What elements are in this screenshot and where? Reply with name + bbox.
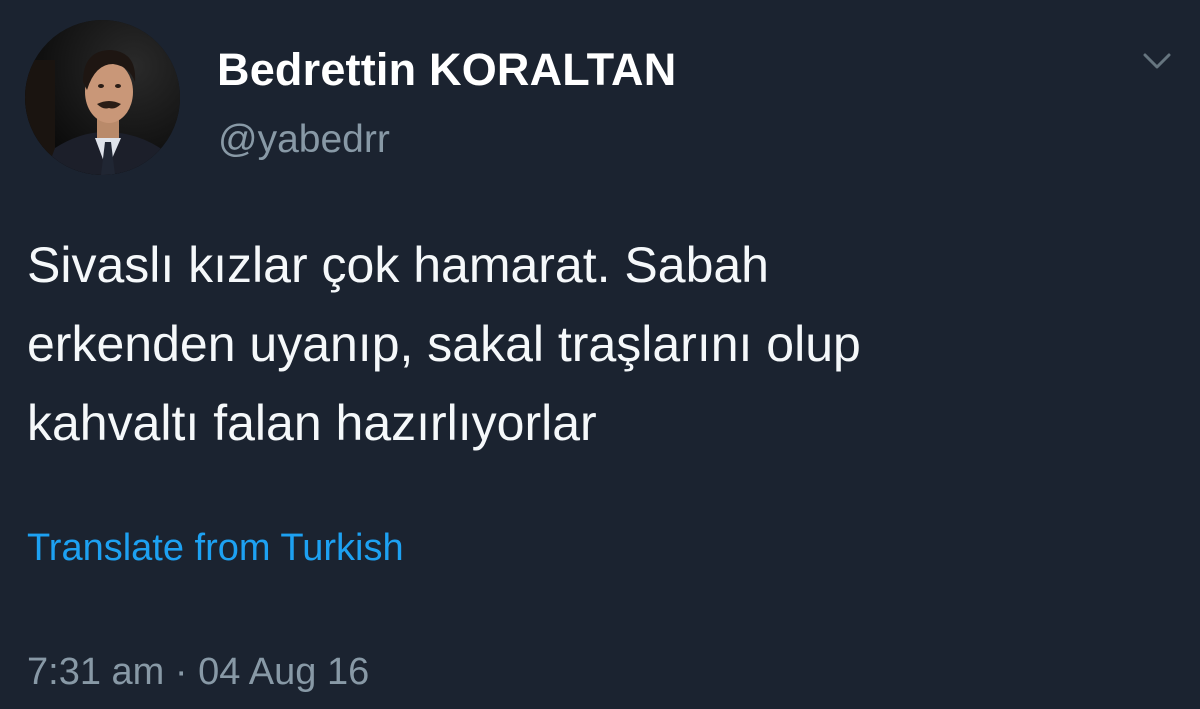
- tweet-text-line: erkenden uyanıp, sakal traşlarını olup: [27, 316, 861, 372]
- translate-link[interactable]: Translate from Turkish: [27, 527, 404, 570]
- tweet-text: Sivaslı kızlar çok hamarat. Sabah erkend…: [27, 226, 1167, 463]
- tweet-text-line: kahvaltı falan hazırlıyorlar: [27, 395, 597, 451]
- chevron-down-icon[interactable]: [1138, 46, 1176, 76]
- tweet-timestamp: 7:31 am · 04 Aug 16: [27, 651, 370, 693]
- avatar[interactable]: [25, 20, 180, 175]
- user-handle[interactable]: @yabedrr: [218, 118, 390, 162]
- tweet-card: Bedrettin KORALTAN @yabedrr Sivaslı kızl…: [0, 0, 1200, 709]
- display-name[interactable]: Bedrettin KORALTAN: [217, 44, 676, 96]
- tweet-text-line: Sivaslı kızlar çok hamarat. Sabah: [27, 237, 769, 293]
